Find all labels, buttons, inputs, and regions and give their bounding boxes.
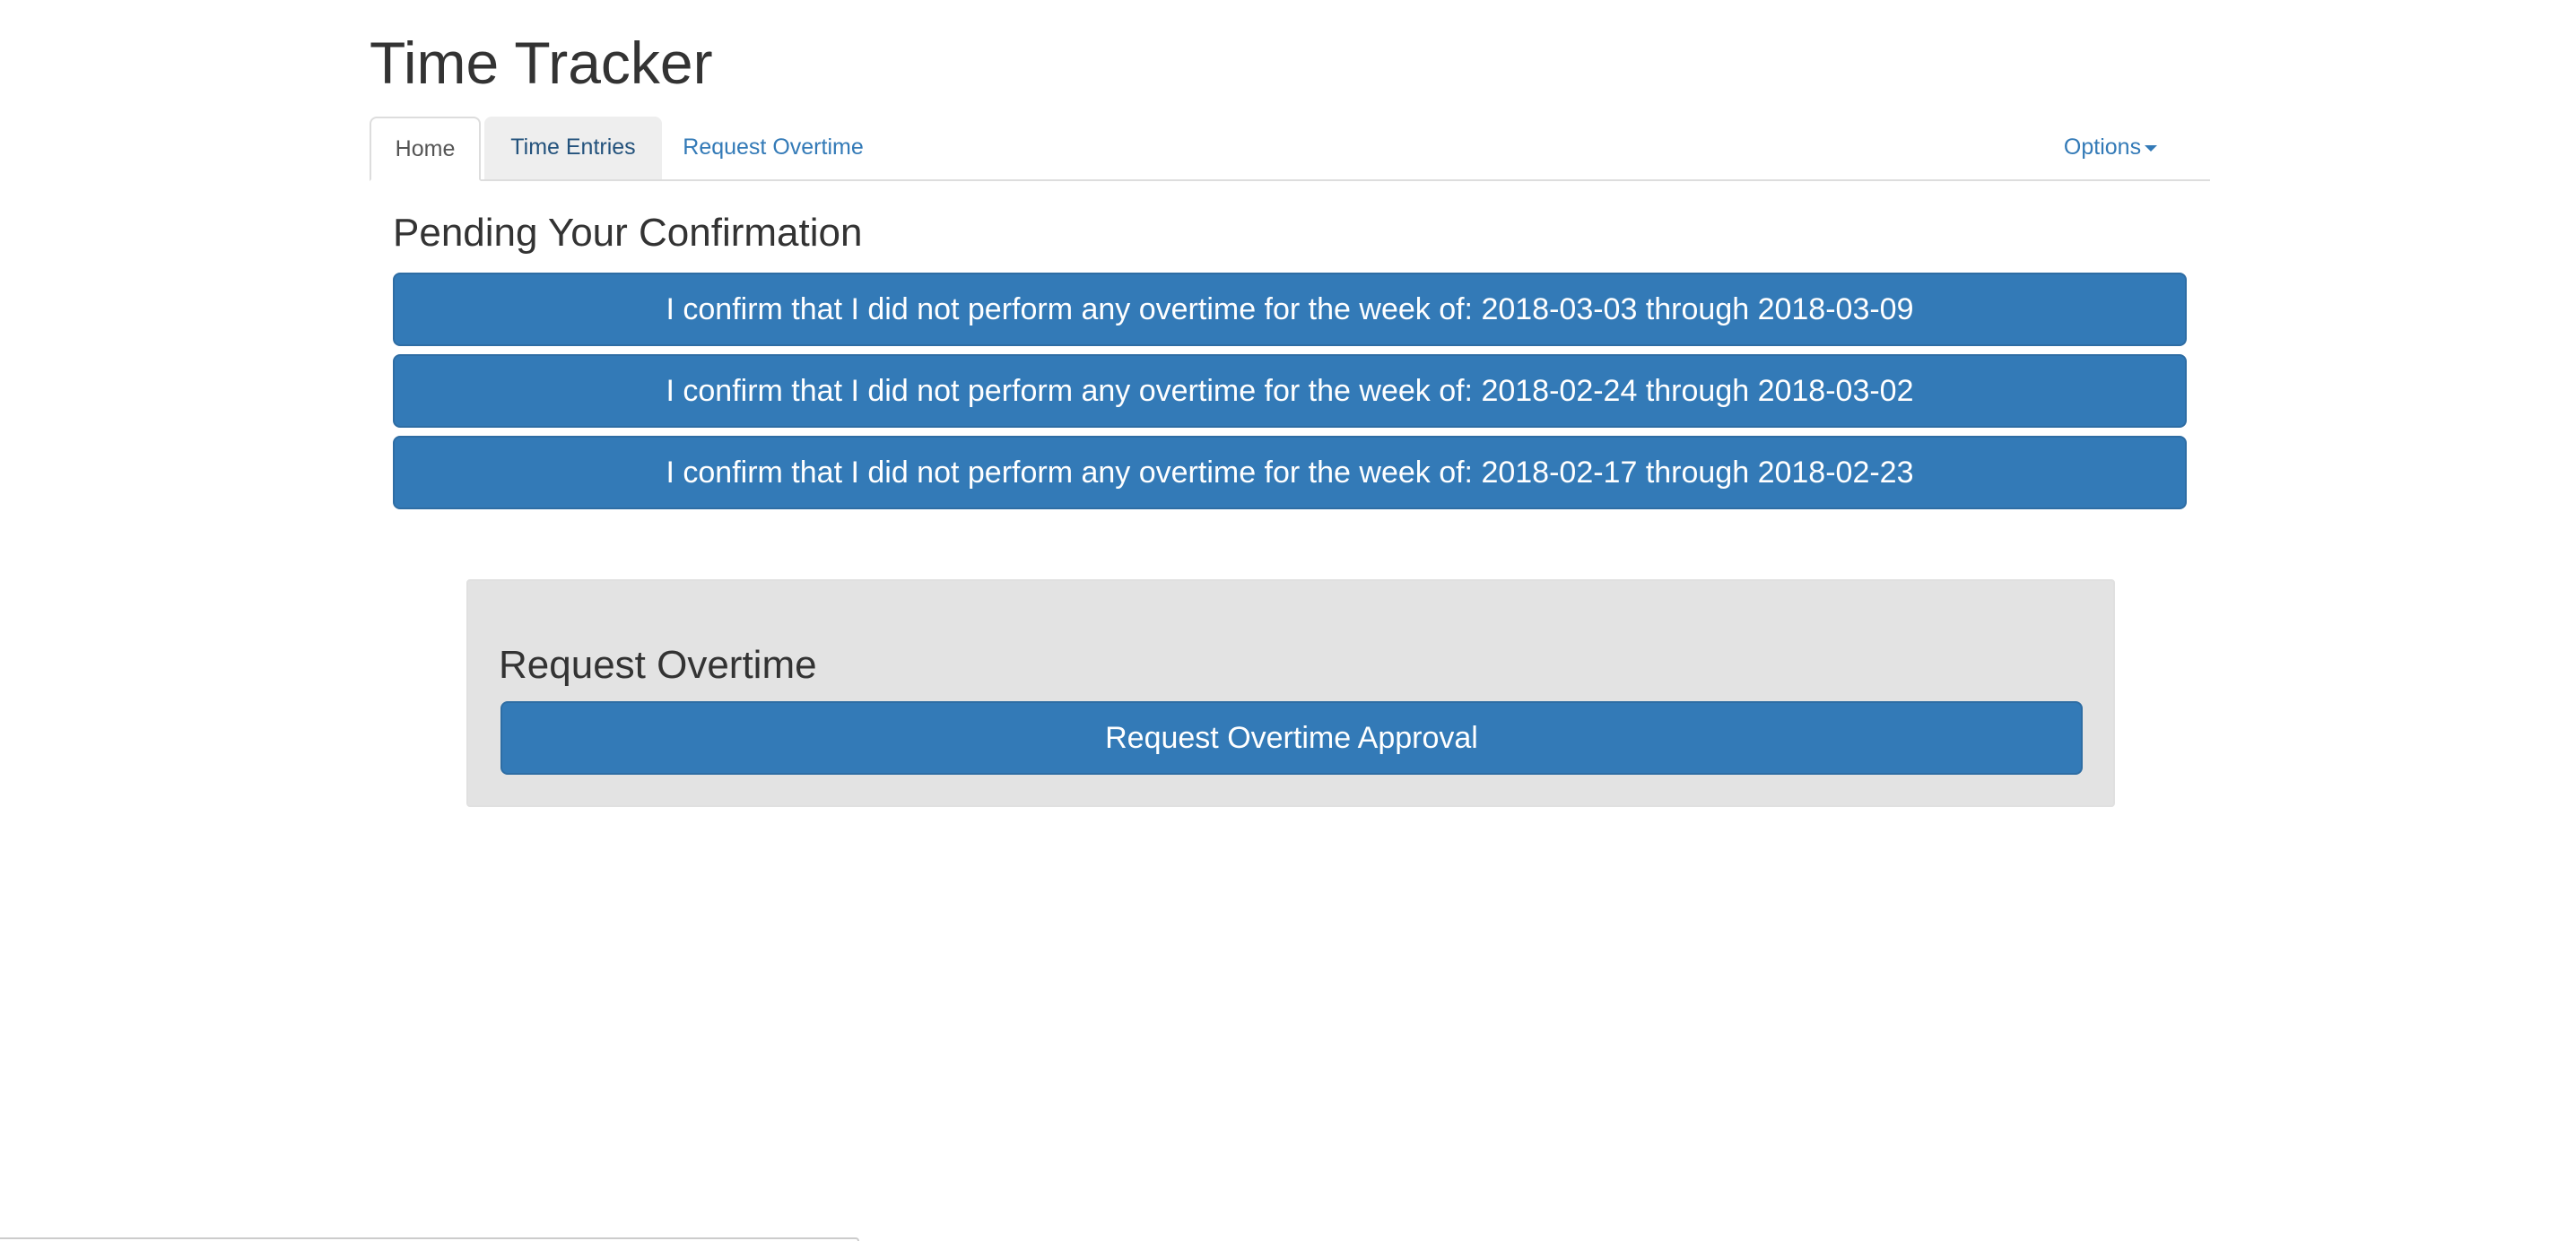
options-dropdown[interactable]: Options bbox=[2034, 117, 2187, 179]
options-label: Options bbox=[2063, 135, 2142, 160]
nav-tabs: Home Time Entries Request Overtime Optio… bbox=[370, 117, 2210, 181]
tab-home[interactable]: Home bbox=[370, 117, 481, 181]
caret-down-icon bbox=[2145, 144, 2158, 152]
confirm-week-button[interactable]: I confirm that I did not perform any ove… bbox=[393, 354, 2187, 428]
bottom-panel-edge bbox=[0, 1237, 859, 1241]
tab-request-overtime[interactable]: Request Overtime bbox=[666, 117, 881, 179]
confirm-week-button[interactable]: I confirm that I did not perform any ove… bbox=[393, 436, 2187, 509]
request-overtime-title: Request Overtime bbox=[499, 643, 817, 687]
request-overtime-panel: Request Overtime Request Overtime Approv… bbox=[466, 579, 2115, 807]
page: Time Tracker Home Time Entries Request O… bbox=[0, 0, 2576, 1241]
pending-confirmation-title: Pending Your Confirmation bbox=[393, 211, 863, 255]
tab-time-entries[interactable]: Time Entries bbox=[484, 117, 662, 179]
confirm-week-button[interactable]: I confirm that I did not perform any ove… bbox=[393, 273, 2187, 346]
app-title: Time Tracker bbox=[370, 30, 713, 96]
request-overtime-approval-button[interactable]: Request Overtime Approval bbox=[500, 701, 2083, 775]
